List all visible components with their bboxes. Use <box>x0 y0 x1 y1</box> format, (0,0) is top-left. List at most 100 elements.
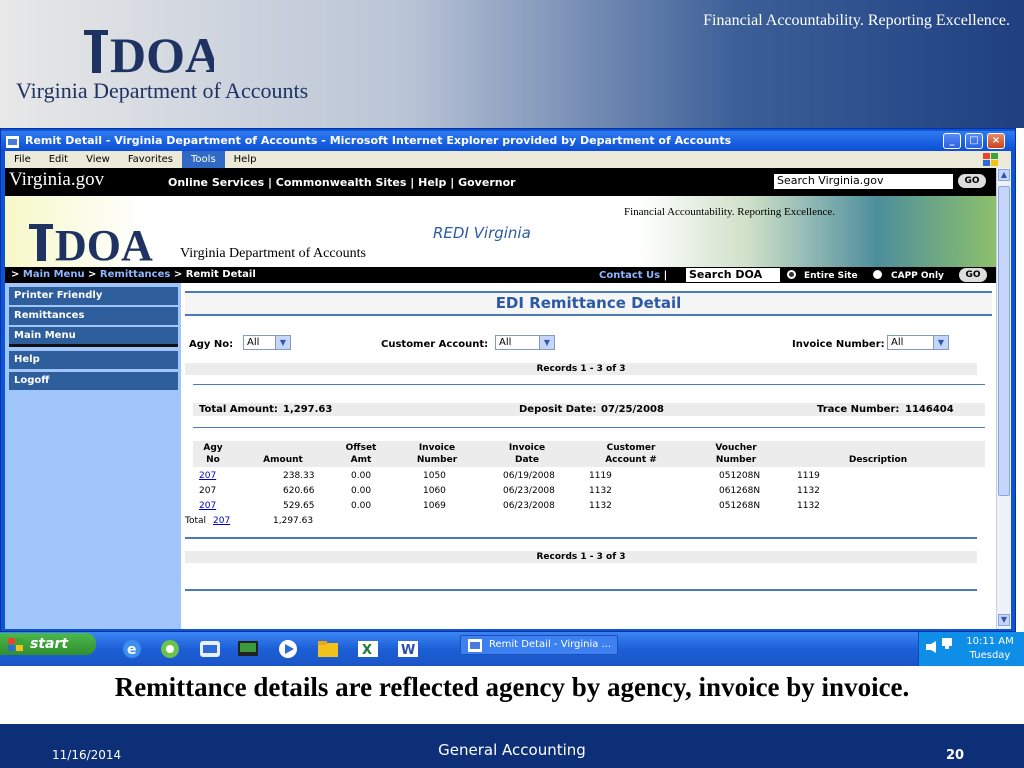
browser-window: Remit Detail - Virginia Department of Ac… <box>0 128 1016 632</box>
slide-caption: Remittance details are reflected agency … <box>114 672 910 702</box>
internet-explorer-icon[interactable]: e <box>120 638 144 660</box>
col-description: Description <box>848 455 908 465</box>
breadcrumb-bar: > Main Menu > Remittances > Remit Detail… <box>5 267 996 283</box>
speaker-icon[interactable] <box>925 640 939 654</box>
svg-text:DOA: DOA <box>55 221 153 262</box>
nav-help[interactable]: Help <box>9 351 178 369</box>
total-agy-link[interactable]: 207 <box>213 514 230 528</box>
menu-help[interactable]: Help <box>225 151 266 168</box>
app-title: REDI Virginia <box>433 224 531 242</box>
col-voucher-number: Voucher Number <box>715 443 757 465</box>
page-number: 20 <box>946 748 965 763</box>
menu-view[interactable]: View <box>77 151 119 168</box>
trace-number-value: 1146404 <box>905 404 954 415</box>
doa-search-go-button[interactable]: GO <box>959 268 987 282</box>
capp-only-radio[interactable] <box>873 270 882 279</box>
col-amount: Amount <box>263 455 303 465</box>
maximize-button[interactable]: □ <box>965 133 983 149</box>
window-title: Remit Detail - Virginia Department of Ac… <box>25 134 732 147</box>
banner-subtitle: Virginia Department of Accounts <box>180 246 366 261</box>
breadcrumb-main-menu[interactable]: Main Menu <box>23 269 85 280</box>
invoice-number-label: Invoice Number: <box>792 339 885 350</box>
clock[interactable]: 10:11 AM Tuesday <box>959 635 1021 663</box>
nav-printer-friendly[interactable]: Printer Friendly <box>9 287 178 305</box>
breadcrumb: > Main Menu > Remittances > Remit Detail <box>11 269 256 280</box>
nav-main-menu[interactable]: Main Menu <box>9 327 178 345</box>
chevron-down-icon: ▼ <box>275 336 290 349</box>
nav-remittances[interactable]: Remittances <box>9 307 178 325</box>
excel-icon[interactable]: X <box>356 638 380 660</box>
page-content: Virginia.gov Online Services | Commonwea… <box>5 168 996 629</box>
chevron-down-icon: ▼ <box>539 336 554 349</box>
table-total-row: Total 207 1,297.63 <box>185 514 314 528</box>
total-amount-label: Total Amount: <box>199 404 278 415</box>
svg-text:W: W <box>401 643 415 658</box>
capp-only-label: CAPP Only <box>891 271 944 281</box>
windows-flag-icon <box>983 153 998 166</box>
window-title-bar[interactable]: Remit Detail - Virginia Department of Ac… <box>1 131 1015 151</box>
entire-site-label: Entire Site <box>804 271 858 281</box>
virginia-search-go-button[interactable]: GO <box>958 174 986 188</box>
close-button[interactable]: × <box>987 133 1005 149</box>
banner-tagline: Financial Accountability. Reporting Exce… <box>624 206 835 218</box>
breadcrumb-current: Remit Detail <box>185 269 256 280</box>
virginia-gov-bar: Virginia.gov Online Services | Commonwea… <box>5 168 996 196</box>
divider <box>193 427 985 428</box>
customer-account-label: Customer Account: <box>381 339 489 350</box>
invoice-number-select[interactable]: All ▼ <box>887 335 949 350</box>
word-icon[interactable]: W <box>396 638 420 660</box>
outlook-icon[interactable] <box>198 638 222 660</box>
entire-site-radio[interactable] <box>787 270 796 279</box>
media-player-icon[interactable] <box>276 638 300 660</box>
doa-search-input[interactable]: Search DOA <box>686 268 780 282</box>
folder-icon[interactable] <box>316 638 340 660</box>
svg-text:DOA: DOA <box>110 27 214 74</box>
breadcrumb-remittances[interactable]: Remittances <box>100 269 170 280</box>
scroll-down-icon[interactable]: ▼ <box>998 614 1010 626</box>
menu-file[interactable]: File <box>5 151 40 168</box>
total-amount-value: 1,297.63 <box>283 404 333 415</box>
taskbar: start e X W Remit Detail - Virginia ... … <box>0 632 1024 666</box>
system-tray: 10:11 AM Tuesday <box>918 632 1024 666</box>
divider <box>193 384 985 385</box>
summary-bar: Total Amount: 1,297.63 Deposit Date: 07/… <box>193 403 985 416</box>
agy-no-select[interactable]: All ▼ <box>243 335 291 350</box>
deposit-date-label: Deposit Date: <box>519 404 597 415</box>
terminal-icon[interactable] <box>236 638 260 660</box>
nav-logoff[interactable]: Logoff <box>9 372 178 390</box>
table-header: Agy No Amount Offset Amt Invoice Number Inv… <box>193 441 985 467</box>
menu-favorites[interactable]: Favorites <box>119 151 182 168</box>
col-agy-no: Agy No <box>203 443 223 465</box>
virginia-gov-links[interactable]: Online Services | Commonwealth Sites | H… <box>168 176 516 189</box>
doa-logo: DOA <box>84 27 214 74</box>
virginia-search-input[interactable]: Search Virginia.gov <box>774 174 953 189</box>
vertical-scrollbar[interactable]: ▲ ▼ <box>996 168 1011 629</box>
contact-us-link[interactable]: Contact Us <box>599 270 660 281</box>
col-offset-amt: Offset Amt <box>345 443 377 465</box>
agy-link[interactable]: 207 <box>199 469 216 483</box>
menu-edit[interactable]: Edit <box>40 151 77 168</box>
col-invoice-date: Invoice Date <box>508 443 546 465</box>
agy-link[interactable]: 207 <box>199 499 216 513</box>
slide-header: DOA Virginia Department of Accounts Fina… <box>0 0 1024 128</box>
customer-account-select[interactable]: All ▼ <box>495 335 555 350</box>
scroll-thumb[interactable] <box>998 186 1010 496</box>
divider <box>185 537 977 539</box>
menu-tools[interactable]: Tools <box>182 151 225 168</box>
sidebar-divider <box>9 344 178 347</box>
table-row: 207 529.65 0.00 1069 06/23/2008 1132 051… <box>199 499 820 513</box>
taskbar-item-remit-detail[interactable]: Remit Detail - Virginia ... <box>460 635 618 655</box>
minimize-button[interactable]: _ <box>943 133 961 149</box>
scroll-up-icon[interactable]: ▲ <box>998 169 1010 181</box>
start-button[interactable]: start <box>0 633 96 655</box>
windows-flag-icon <box>8 638 23 651</box>
network-icon[interactable] <box>158 638 182 660</box>
ie-page-icon <box>6 136 19 148</box>
virginia-gov-logo[interactable]: Virginia.gov <box>9 169 104 191</box>
col-invoice-number: Invoice Number <box>416 443 458 465</box>
network-status-icon[interactable] <box>941 636 955 650</box>
trace-number-label: Trace Number: <box>817 404 900 415</box>
main-panel: EDI Remittance Detail Agy No: All ▼ Custo… <box>181 283 996 629</box>
chevron-down-icon: ▼ <box>933 336 948 349</box>
svg-text:e: e <box>127 642 137 658</box>
